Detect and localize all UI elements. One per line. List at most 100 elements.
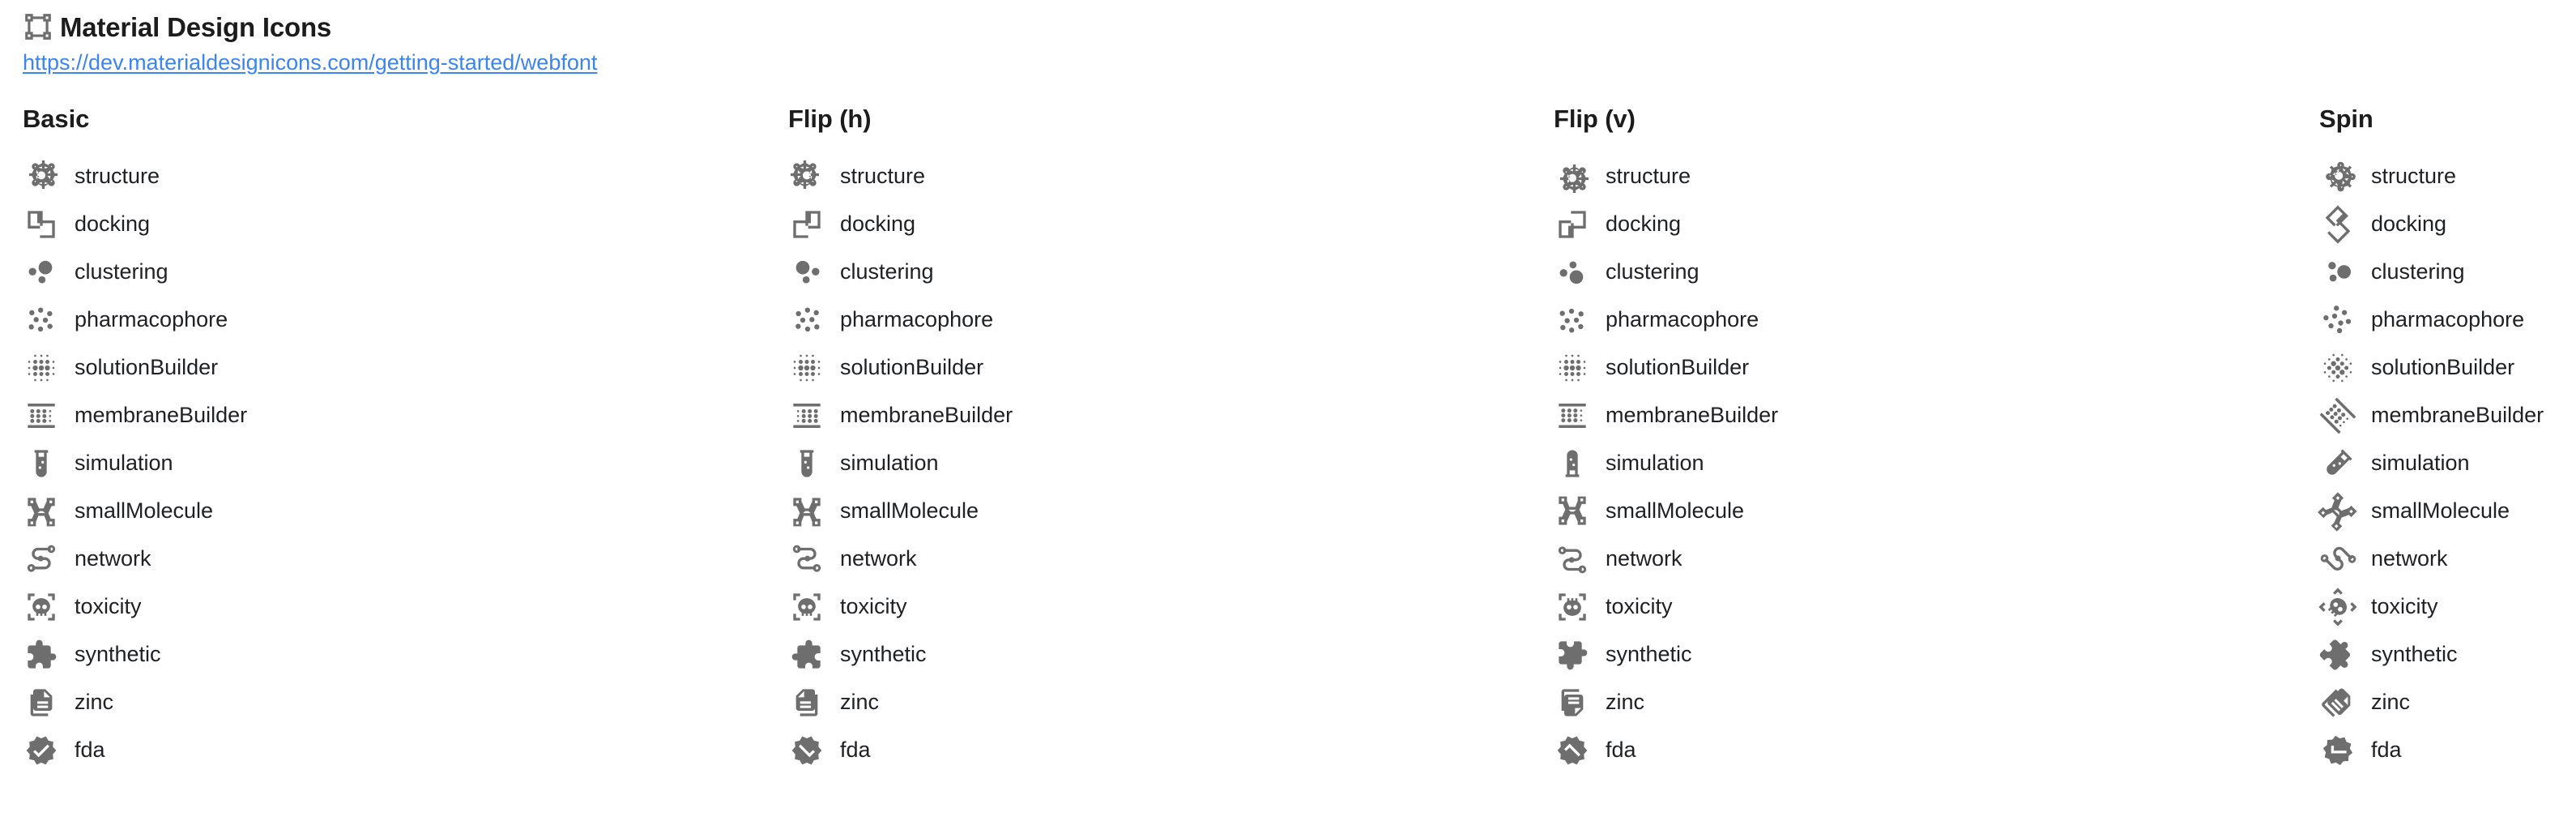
icon-label: fda — [75, 738, 105, 763]
file-document-multiple-icon — [788, 684, 825, 721]
list-item[interactable]: pharmacophore — [2319, 296, 2576, 344]
vector-square-icon — [23, 11, 53, 42]
test-tube-icon — [2319, 445, 2356, 482]
list-item[interactable]: synthetic — [788, 631, 1531, 678]
list-item[interactable]: toxicity — [2318, 583, 2576, 631]
page-header: Material Design Icons https://dev.materi… — [0, 0, 2576, 75]
icon-label: zinc — [2371, 690, 2411, 715]
icon-label: solutionBuilder — [840, 355, 984, 380]
list-item[interactable]: network — [23, 535, 766, 583]
list-item[interactable]: docking — [2319, 200, 2576, 248]
list-item[interactable]: simulation — [2319, 439, 2576, 487]
list-item[interactable]: structure — [2319, 152, 2576, 200]
icon-list: structure docking clustering pharmacopho… — [1554, 152, 2297, 774]
list-item[interactable]: fda — [1554, 726, 2297, 774]
list-item[interactable]: zinc — [1554, 678, 2297, 726]
list-item[interactable]: clustering — [2319, 248, 2576, 296]
list-item[interactable]: smallMolecule — [23, 487, 766, 535]
list-item[interactable]: toxicity — [23, 583, 766, 631]
icon-label: membraneBuilder — [840, 403, 1013, 428]
list-item[interactable]: docking — [788, 200, 1531, 248]
blur-icon — [23, 349, 60, 387]
scatter-plot-icon — [788, 254, 825, 291]
dots-scatter-icon — [23, 301, 60, 339]
list-item[interactable]: clustering — [23, 248, 766, 296]
list-item[interactable]: fda — [2319, 726, 2576, 774]
list-item[interactable]: toxicity — [1554, 583, 2297, 631]
list-item[interactable]: clustering — [788, 248, 1531, 296]
list-item[interactable]: pharmacophore — [23, 296, 766, 344]
list-item[interactable]: docking — [1554, 200, 2297, 248]
list-item[interactable]: structure — [1554, 152, 2297, 200]
list-item[interactable]: membraneBuilder — [788, 391, 1531, 439]
list-item[interactable]: network — [788, 535, 1531, 583]
list-item[interactable]: synthetic — [1554, 631, 2297, 678]
list-item[interactable]: solutionBuilder — [1554, 344, 2297, 391]
list-item[interactable]: solutionBuilder — [2319, 344, 2576, 391]
list-item[interactable]: network — [1554, 535, 2297, 583]
list-item[interactable]: simulation — [1554, 439, 2297, 487]
column-title: Flip (v) — [1554, 105, 1636, 134]
icon-label: structure — [2371, 164, 2457, 189]
list-item[interactable]: fda — [23, 726, 766, 774]
page-title: Material Design Icons — [60, 11, 332, 42]
list-item[interactable]: smallMolecule — [2318, 487, 2576, 535]
icon-label: pharmacophore — [2371, 307, 2525, 332]
check-decagram-icon — [23, 732, 60, 769]
icon-label: structure — [75, 164, 160, 189]
list-item[interactable]: zinc — [2319, 678, 2576, 726]
icon-label: synthetic — [1606, 642, 1692, 667]
blur-icon — [2319, 349, 2356, 387]
list-item[interactable]: fda — [788, 726, 1531, 774]
molecule-icon — [23, 158, 60, 195]
list-item[interactable]: zinc — [23, 678, 766, 726]
file-document-multiple-icon — [23, 684, 60, 721]
dots-scatter-icon — [2319, 301, 2356, 339]
layers-dots-icon — [2319, 397, 2356, 434]
graph-path-icon — [23, 541, 60, 578]
list-item[interactable]: zinc — [788, 678, 1531, 726]
icon-columns: Basic structure docking clustering pharm… — [0, 106, 2576, 774]
list-item[interactable]: smallMolecule — [1554, 487, 2297, 535]
icon-label: zinc — [840, 690, 880, 715]
icon-label: pharmacophore — [840, 307, 994, 332]
list-item[interactable]: membraneBuilder — [23, 391, 766, 439]
icon-label: network — [840, 546, 917, 571]
list-item[interactable]: structure — [788, 152, 1531, 200]
icon-label: clustering — [840, 259, 934, 284]
list-item[interactable]: docking — [23, 200, 766, 248]
puzzle-icon — [2319, 636, 2356, 673]
list-item[interactable]: toxicity — [788, 583, 1531, 631]
list-item[interactable]: network — [2319, 535, 2576, 583]
icon-label: clustering — [75, 259, 168, 284]
webfont-docs-link[interactable]: https://dev.materialdesignicons.com/gett… — [23, 50, 597, 75]
column-title: Flip (h) — [788, 105, 872, 134]
icon-label: network — [75, 546, 151, 571]
skull-scan-icon — [23, 588, 60, 626]
blur-icon — [1554, 349, 1591, 387]
list-item[interactable]: pharmacophore — [1554, 296, 2297, 344]
icon-column-basic: Basic structure docking clustering pharm… — [0, 106, 766, 774]
icon-label: synthetic — [2371, 642, 2458, 667]
list-item[interactable]: simulation — [788, 439, 1531, 487]
list-item[interactable]: structure — [23, 152, 766, 200]
list-item[interactable]: clustering — [1554, 248, 2297, 296]
list-item[interactable]: membraneBuilder — [1554, 391, 2297, 439]
icon-label: network — [2371, 546, 2448, 571]
icon-label: synthetic — [75, 642, 161, 667]
layers-dots-icon — [1554, 397, 1591, 434]
icon-label: solutionBuilder — [1606, 355, 1750, 380]
puzzle-icon — [1554, 636, 1591, 673]
list-item[interactable]: solutionBuilder — [788, 344, 1531, 391]
list-item[interactable]: synthetic — [23, 631, 766, 678]
dots-scatter-icon — [1554, 301, 1591, 339]
icon-label: network — [1606, 546, 1683, 571]
list-item[interactable]: pharmacophore — [788, 296, 1531, 344]
graph-path-icon — [1554, 541, 1591, 578]
list-item[interactable]: simulation — [23, 439, 766, 487]
molecule-nodes-icon — [788, 493, 825, 530]
list-item[interactable]: synthetic — [2319, 631, 2576, 678]
list-item[interactable]: smallMolecule — [788, 487, 1531, 535]
list-item[interactable]: membraneBuilder — [2319, 391, 2576, 439]
list-item[interactable]: solutionBuilder — [23, 344, 766, 391]
